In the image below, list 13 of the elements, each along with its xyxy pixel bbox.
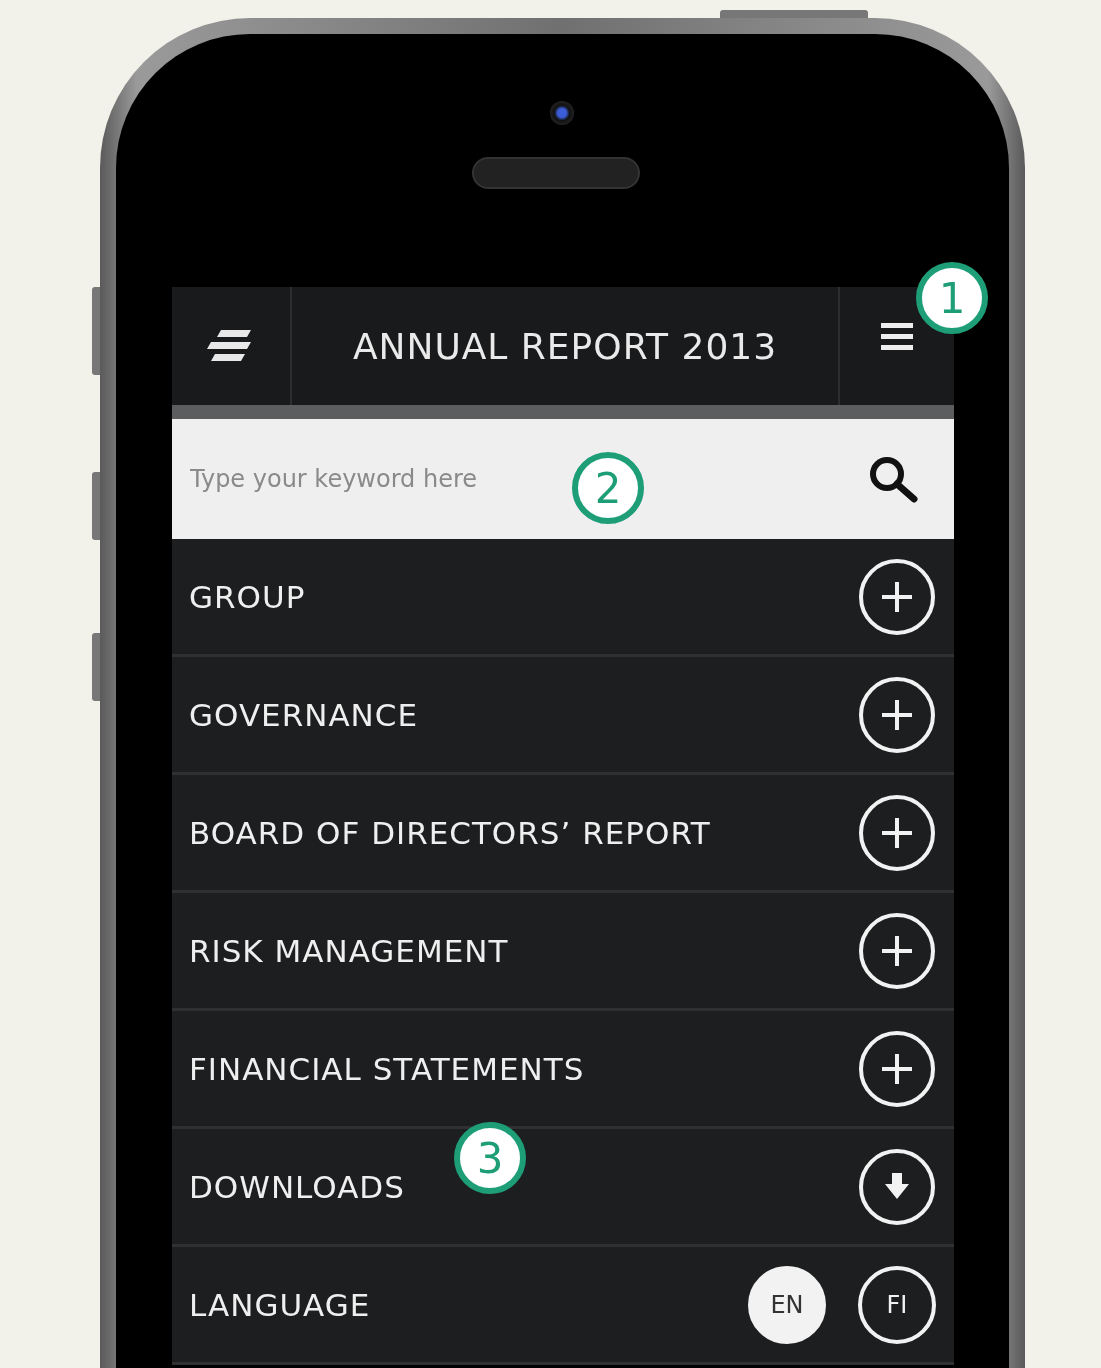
search-field[interactable]: Type your keyword here xyxy=(188,464,532,494)
plus-circle-icon[interactable] xyxy=(858,793,936,872)
app-title: ANNUAL REPORT 2013 xyxy=(352,325,778,367)
language-button[interactable]: FI xyxy=(858,1265,936,1344)
search-icon[interactable] xyxy=(868,455,920,503)
plus-circle-icon[interactable] xyxy=(858,675,936,754)
menu-icon[interactable] xyxy=(881,323,913,351)
plus-circle-icon[interactable] xyxy=(858,1029,936,1108)
language-button[interactable]: EN xyxy=(748,1265,826,1344)
download-arrow-circle-icon[interactable] xyxy=(858,1147,936,1226)
plus-circle-icon[interactable] xyxy=(858,557,936,636)
plus-circle-icon[interactable] xyxy=(858,911,936,990)
camera-lens xyxy=(550,101,574,125)
